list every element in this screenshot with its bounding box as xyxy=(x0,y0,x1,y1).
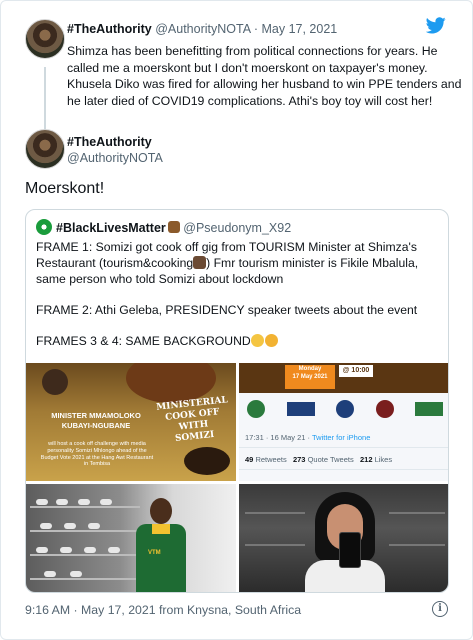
info-icon[interactable]: i xyxy=(432,601,448,617)
parent-tweet-text: Shimza has been benefitting from politic… xyxy=(67,44,462,108)
shoe xyxy=(78,499,90,505)
shoe xyxy=(60,547,72,553)
likes-label: Likes xyxy=(374,455,393,464)
head xyxy=(150,498,172,524)
sponsor-logos xyxy=(247,399,443,419)
frame-1-text: FRAME 1: Somizi got cook off gig from TO… xyxy=(36,239,440,287)
likes-count: 212 xyxy=(359,455,373,464)
event-time: @ 10:00 xyxy=(339,365,373,377)
shelf xyxy=(245,512,305,514)
thinking-face-emoji-icon xyxy=(250,334,264,347)
embedded-client-link[interactable]: Twitter for iPhone xyxy=(312,433,370,442)
twitter-bird-icon[interactable] xyxy=(426,17,446,34)
shoe xyxy=(40,523,52,529)
shelf xyxy=(30,506,140,508)
shoe xyxy=(88,523,100,529)
shoe xyxy=(56,499,68,505)
shoe xyxy=(100,499,112,505)
woman-taking-selfie xyxy=(305,492,385,592)
shelf xyxy=(389,512,445,514)
pan-image xyxy=(184,447,230,475)
man-taking-selfie: VTM xyxy=(134,498,188,592)
poster-description: will host a cook off challenge with medi… xyxy=(40,441,154,468)
handle[interactable]: @AuthorityNOTA xyxy=(155,22,250,36)
jersey-collar xyxy=(152,524,170,534)
shoe xyxy=(108,547,120,553)
media-image-embedded-tweet[interactable]: Monday 17 May 2021 @ 10:00 17:31 · 16 Ma… xyxy=(239,363,448,481)
event-date: 17 May 2021 xyxy=(292,374,328,380)
event-day: Monday xyxy=(298,366,322,372)
embedded-time: 17:31 · 16 May 21 · xyxy=(245,433,311,442)
retweets-count: 49 xyxy=(245,455,254,464)
tweet-timestamp[interactable]: 9:16 AM · May 17, 2021 from Knysna, Sout… xyxy=(25,603,301,617)
quote-tweets-count: 273 xyxy=(292,455,306,464)
tourism-logo xyxy=(415,402,443,416)
display-name[interactable]: #BlackLivesMatter xyxy=(56,221,166,235)
divider xyxy=(239,447,448,448)
media-grid: MINISTERIAL COOK OFF WITH SOMIZI MINISTE… xyxy=(26,363,448,592)
shoe xyxy=(64,523,76,529)
shelf xyxy=(30,578,140,580)
shoe xyxy=(70,571,82,577)
display-name[interactable]: #TheAuthority xyxy=(67,22,152,36)
shelf xyxy=(245,544,305,546)
main-tweet-text: Moerskont! xyxy=(25,180,105,197)
embedded-timestamp: 17:31 · 16 May 21 · Twitter for iPhone xyxy=(245,433,370,442)
quoted-tweet-header: #BlackLivesMatter @Pseudonym_X92 xyxy=(36,219,291,235)
divider xyxy=(239,469,448,470)
man-cook-emoji-icon xyxy=(193,256,207,269)
jersey-badge: VTM xyxy=(148,550,161,556)
handle[interactable]: @AuthorityNOTA xyxy=(67,151,163,165)
media-image-shoe-closet[interactable]: VTM xyxy=(26,484,236,592)
separator: · xyxy=(253,22,258,36)
green-jersey xyxy=(136,524,186,592)
retweets-label: Retweets xyxy=(255,455,287,464)
shoe xyxy=(36,547,48,553)
quoted-tweet-text: FRAME 1: Somizi got cook off gig from TO… xyxy=(36,239,440,364)
avatar[interactable] xyxy=(25,19,65,59)
frame-2-text: FRAME 2: Athi Geleba, PRESIDENCY speaker… xyxy=(36,303,418,317)
frame-3-4-text: FRAMES 3 & 4: SAME BACKGROUND xyxy=(36,333,440,349)
embedded-stats: 49 Retweets 273 Quote Tweets 212 Likes xyxy=(245,455,392,464)
tweet-card: #TheAuthority @AuthorityNOTA · May 17, 2… xyxy=(0,0,473,640)
poster-minister: MINISTER MMAMOLOKO KUBAYI-NGUBANE xyxy=(51,411,141,430)
shelf xyxy=(30,530,140,532)
economic-logo xyxy=(375,400,394,418)
raised-fist-emoji-icon xyxy=(167,221,180,233)
event-date-box: Monday 17 May 2021 xyxy=(285,365,335,389)
quoted-tweet[interactable]: #BlackLivesMatter @Pseudonym_X92 FRAME 1… xyxy=(25,209,449,593)
smirk-face-emoji-icon xyxy=(264,334,278,347)
poster-title: MINISTERIAL COOK OFF WITH SOMIZI xyxy=(155,395,229,444)
shelf xyxy=(30,554,140,556)
shoe xyxy=(36,499,48,505)
display-name[interactable]: #TheAuthority xyxy=(67,135,152,149)
department-logo xyxy=(286,402,315,416)
avatar[interactable] xyxy=(36,219,52,235)
shelf xyxy=(389,544,445,546)
quote-tweets-label: Quote Tweets xyxy=(307,455,354,464)
shoe xyxy=(84,547,96,553)
coat-of-arms-logo xyxy=(247,400,265,418)
phone xyxy=(339,532,361,568)
avatar[interactable] xyxy=(25,129,65,169)
parent-tweet-meta: #TheAuthority @AuthorityNOTA · May 17, 2… xyxy=(67,22,337,36)
frame-3-4-label: FRAMES 3 & 4: SAME BACKGROUND xyxy=(36,334,251,348)
partner-logo xyxy=(336,400,354,418)
handle[interactable]: @Pseudonym_X92 xyxy=(183,221,291,235)
media-image-poster[interactable]: MINISTERIAL COOK OFF WITH SOMIZI MINISTE… xyxy=(26,363,236,481)
tweet-date[interactable]: May 17, 2021 xyxy=(261,22,337,36)
chef-photo xyxy=(42,369,68,395)
media-image-woman-selfie[interactable] xyxy=(239,484,448,592)
shoe xyxy=(44,571,56,577)
